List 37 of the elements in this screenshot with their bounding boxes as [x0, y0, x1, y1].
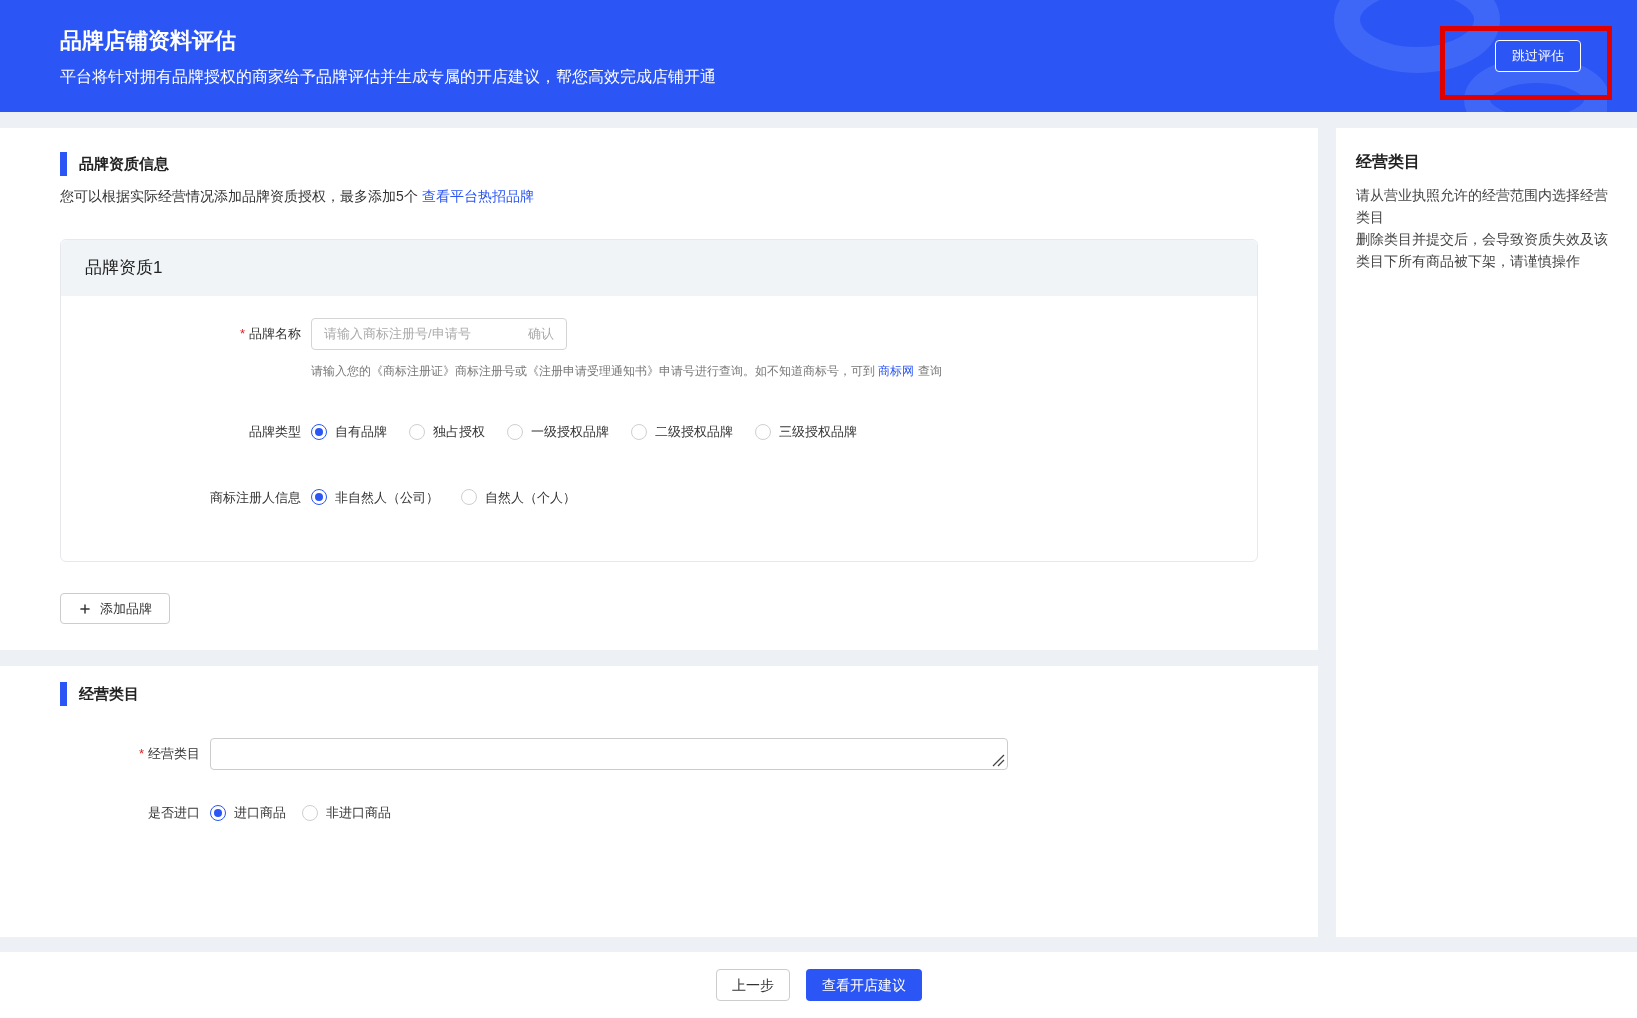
trademark-link[interactable]: 商标网 [878, 364, 915, 378]
skip-button[interactable]: 跳过评估 [1495, 40, 1581, 72]
side-note: 删除类目并提交后，会导致资质失效及该类目下所有商品被下架，请谨慎操作 [1356, 230, 1609, 271]
section-title: 经营类目 [79, 683, 139, 704]
section-description: 您可以根据实际经营情况添加品牌资质授权，最多添加5个 查看平台热招品牌 [60, 187, 535, 206]
radio-option[interactable]: 三级授权品牌 [755, 422, 857, 442]
field-label: 品牌名称 [249, 325, 301, 344]
card-title: 品牌资质1 [85, 257, 163, 280]
side-title: 经营类目 [1356, 152, 1421, 172]
required-asterisk: * [138, 745, 144, 764]
plus-icon [78, 601, 92, 616]
section-marker [60, 152, 67, 176]
hot-brands-link[interactable]: 查看平台热招品牌 [421, 188, 534, 204]
radio-option[interactable]: 自有品牌 [311, 422, 387, 442]
radio-option[interactable]: 自然人（个人） [461, 487, 576, 507]
field-label: 商标注册人信息 [210, 488, 301, 507]
radio-option[interactable]: 二级授权品牌 [631, 422, 733, 442]
section-title: 品牌资质信息 [79, 153, 169, 174]
next-button[interactable]: 查看开店建议 [805, 969, 922, 1001]
radio-option[interactable]: 独占授权 [409, 422, 485, 442]
page-title: 品牌店铺资料评估 [60, 26, 237, 55]
required-asterisk: * [239, 325, 245, 344]
field-hint: 请输入您的《商标注册证》商标注册号或《注册申请受理通知书》申请号进行查询。如不知道商标号，可到 商标网 查询 [311, 363, 943, 380]
add-brand-button[interactable]: 添加品牌 [60, 593, 170, 624]
category-textarea[interactable] [210, 738, 1008, 770]
resize-handle-icon [991, 753, 1005, 767]
field-label: 是否进口 [148, 804, 200, 822]
section-marker [60, 682, 67, 706]
radio-option[interactable]: 进口商品 [210, 803, 286, 823]
radio-option[interactable]: 非进口商品 [302, 803, 391, 823]
back-button[interactable]: 上一步 [715, 969, 790, 1001]
field-label: 品牌类型 [249, 423, 301, 441]
side-note: 请从营业执照允许的经营范围内选择经营类目 [1356, 186, 1609, 227]
radio-option[interactable]: 一级授权品牌 [507, 422, 609, 442]
page-subtitle: 平台将针对拥有品牌授权的商家给予品牌评估并生成专属的开店建议，帮您高效完成店铺开通 [60, 66, 716, 87]
radio-option[interactable]: 非自然人（公司） [311, 487, 439, 507]
field-label: 经营类目 [148, 745, 200, 764]
